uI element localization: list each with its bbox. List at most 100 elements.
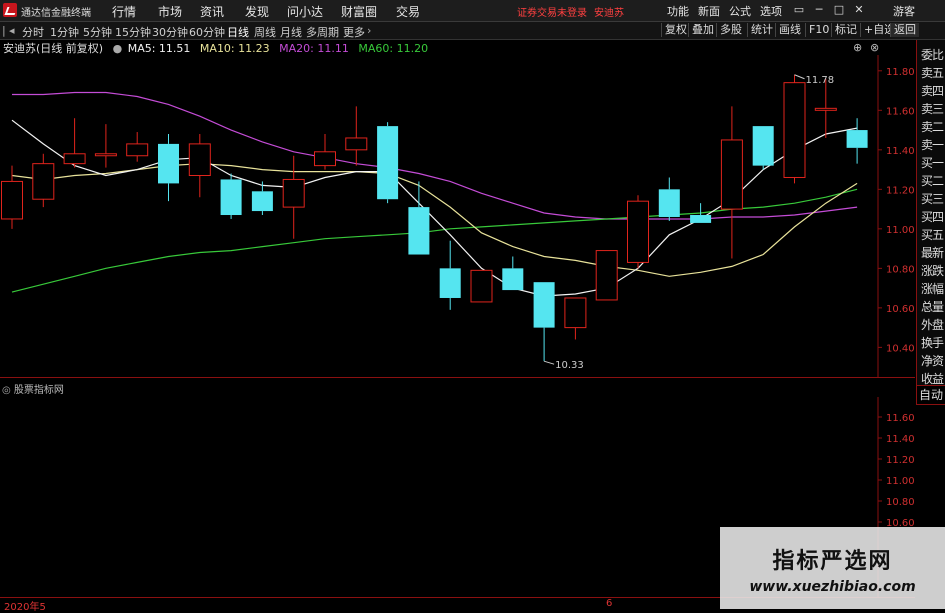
menu-xinmian[interactable]: 新面 [698,3,720,19]
candle-body [439,268,461,298]
watermark-title: 指标严选网 [772,549,893,574]
guest-user[interactable]: 游客 [893,3,915,19]
chart-zoom-icon[interactable]: ⊕ [853,41,862,54]
ma-legend: 安迪苏(日线 前复权) ● MA5: 11.51 MA10: 11.23 MA2… [0,40,434,55]
menu-caifuquan[interactable]: 财富圈 [341,3,377,20]
candle-body [32,163,55,200]
tab-monthly[interactable]: 月线 [280,24,302,40]
quote-field-label: 买三 [921,192,944,206]
watermark-box: 指标严选网 www.xuezhibiao.com [720,527,945,609]
quote-field-label: 卖一 [921,138,944,152]
menu-wenxiaoda[interactable]: 问小达 [287,3,323,20]
tab-multi-period[interactable]: 多周期 [306,24,339,40]
price-tick-label: 10.40 [886,343,915,354]
tab-fenshi[interactable]: 分时 [22,24,44,40]
btn-f10[interactable]: F10 [805,23,832,37]
btn-diejia[interactable]: 叠加 [688,23,717,37]
candle-body [345,137,368,151]
quote-field-label: 卖二 [921,120,944,134]
quote-field-label: 买五 [921,228,944,242]
indicator-panel-header: ◎ 股票指标网 [2,381,64,396]
quote-field-label: 卖三 [921,102,944,116]
toolbar-arrow-icon[interactable]: ◂ [9,24,15,37]
candle-body [63,153,86,165]
quote-field-label: 换手 [921,336,944,350]
chart-close-icon[interactable]: ⊗ [870,41,879,54]
candle-body [752,126,774,166]
indicator-tick-label: 11.40 [886,434,915,445]
btn-biaoji[interactable]: 标记 [831,23,860,37]
tab-weekly[interactable]: 周线 [254,24,276,40]
btn-tongji[interactable]: 统计 [747,23,776,37]
high-pointer [794,74,805,80]
menu-zixun[interactable]: 资讯 [200,3,224,20]
menu-shichang[interactable]: 市场 [158,3,182,20]
legend-ma10: MA10: 11.23 [199,42,270,55]
tab-1min[interactable]: 1分钟 [50,24,79,40]
btn-duogu[interactable]: 多股 [716,23,745,37]
candle-body [126,143,149,157]
title-bar: 通达信金融终端 行情 市场 资讯 发现 问小达 财富圈 交易 证券交易未登录 安… [0,0,945,22]
maximize-icon[interactable]: □ [832,4,846,16]
btn-fuquan[interactable]: 复权 [661,23,690,37]
tab-5min[interactable]: 5分钟 [83,24,112,40]
btn-huaxian[interactable]: 画线 [775,23,804,37]
tab-30min[interactable]: 30分钟 [152,24,188,40]
candle-body [690,215,712,223]
low-pointer [543,360,555,365]
tab-daily[interactable]: 日线 [227,24,249,40]
close-icon[interactable]: ✕ [852,4,866,16]
candle-body [220,179,242,216]
auto-button[interactable]: 自动 [916,385,945,405]
toolbar-grip-icon: | [2,24,6,37]
indicator-tick-label: 11.20 [886,455,915,466]
menu-gongneng[interactable]: 功能 [667,3,689,19]
legend-ma20: MA20: 11.11 [279,42,349,55]
quote-field-label: 外盘 [921,318,944,332]
price-tick-label: 11.20 [886,185,915,196]
candle-body [158,143,179,184]
candle-body [377,126,399,200]
candle-body [94,153,117,157]
candle-body [595,250,618,301]
price-tick-label: 11.40 [886,146,915,157]
panel-separator [0,377,915,378]
period-toolbar: | ◂ 分时 1分钟 5分钟 15分钟 30分钟 60分钟 日线 周线 月线 多… [0,22,945,40]
tab-60min[interactable]: 60分钟 [189,24,225,40]
candle-body [188,143,211,177]
candlestick-chart[interactable]: 11.80 11.60 11.40 11.20 11.00 10.80 10.60 10.40… [0,55,916,377]
menu-xuanxiang[interactable]: 选项 [760,3,782,19]
high-price-label: 11.78 [806,75,835,86]
quote-field-label: 涨幅 [921,282,944,296]
menu-hangqing[interactable]: 行情 [112,3,136,20]
candle-body [470,269,493,303]
btn-fanhui[interactable]: 返回 [890,23,919,37]
quote-field-label: 卖五 [921,66,944,80]
candle-body [783,82,806,178]
candle-body [846,130,868,148]
menu-jiaoyi[interactable]: 交易 [396,3,420,20]
tab-15min[interactable]: 15分钟 [115,24,151,40]
menu-gongshi[interactable]: 公式 [729,3,751,19]
window-icon[interactable]: ▭ [792,4,806,16]
candle-body [282,178,305,208]
login-warning[interactable]: 证券交易未登录 [517,4,587,19]
quote-field-label: 涨跌 [921,264,944,278]
candle-body [658,189,680,217]
price-tick-label: 11.00 [886,225,915,236]
indicator-gear-icon[interactable]: ◎ [2,385,11,396]
date-axis-start: 2020年5 [4,602,46,613]
candle-body [1,180,23,220]
low-price-label: 10.33 [555,360,584,371]
legend-gear-icon[interactable]: ● [113,42,123,55]
menu-faxian[interactable]: 发现 [245,3,269,20]
minimize-icon[interactable]: ─ [812,4,826,16]
candle-body [720,139,743,210]
date-axis-month: 6 [606,598,613,609]
more-chevron-icon[interactable]: › [367,24,371,37]
quote-field-label: 委比 [921,48,944,62]
quote-side-panel: 委比 卖五 卖四 卖三 卖二 卖一 买一 买二 买三 买四 买五 最新 涨跌 涨幅 总量 外盘 换手 净资 收益 [916,40,945,386]
candle-body [627,200,649,263]
tab-more[interactable]: 更多 [343,24,365,40]
price-tick-label: 10.80 [886,264,915,275]
